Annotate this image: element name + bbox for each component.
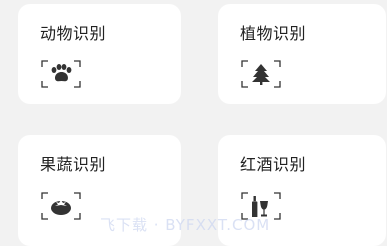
plant-recognition-card[interactable]: 植物识别 — [218, 4, 386, 104]
paw-icon — [40, 59, 82, 89]
wine-icon — [240, 191, 282, 221]
fruit-vegetable-recognition-card[interactable]: 果蔬识别 — [18, 135, 181, 246]
plant-recognition-title: 植物识别 — [240, 24, 307, 43]
wine-recognition-title: 红酒识别 — [240, 155, 307, 174]
animal-recognition-title: 动物识别 — [40, 24, 107, 43]
tomato-icon — [40, 191, 82, 221]
tree-icon — [240, 59, 282, 89]
fruit-vegetable-recognition-title: 果蔬识别 — [40, 155, 107, 174]
wine-recognition-card[interactable]: 红酒识别 — [218, 135, 386, 246]
animal-recognition-card[interactable]: 动物识别 — [18, 4, 181, 104]
